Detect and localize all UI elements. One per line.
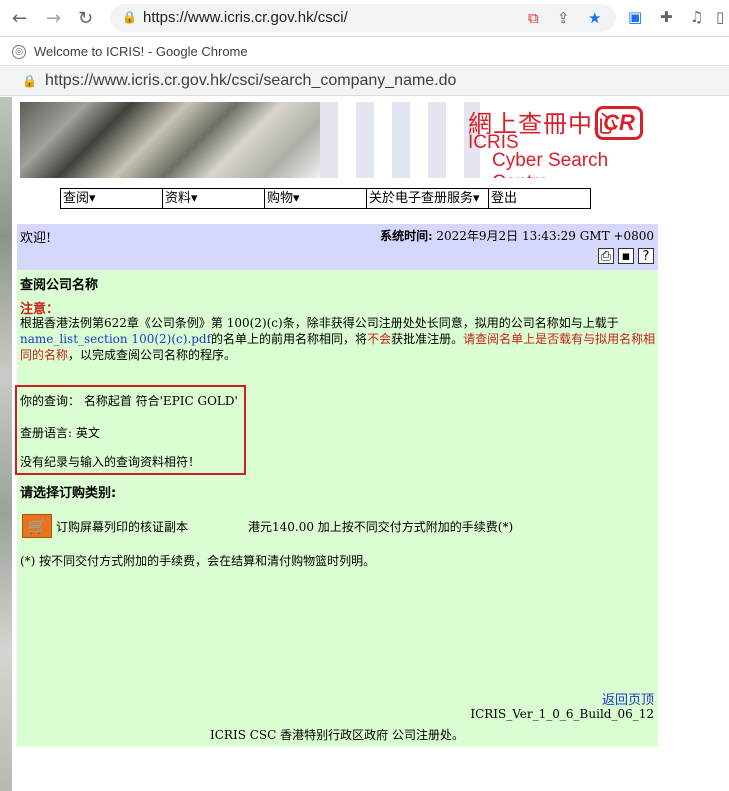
address-url: https://www.icris.cr.gov.hk/csci/ [143, 9, 348, 26]
order-item-price: 港元140.00 加上按不同交付方式附加的手续费(*) [248, 520, 514, 534]
notice-line3: ，以完成查阅公司名称的程序。 [68, 348, 237, 362]
globe-icon: ◎ [12, 45, 26, 59]
menu-logout[interactable]: 登出 [489, 189, 590, 208]
no-result-line: 没有纪录与输入的查询资料相符！ [20, 455, 201, 469]
lock-icon: 🔒 [22, 74, 37, 88]
banner-pattern [320, 102, 480, 178]
menu-search[interactable]: 查阅▾ [61, 189, 163, 208]
print-icon[interactable]: ⎙ [598, 248, 614, 264]
order-item-label[interactable]: 订购屏幕列印的核证副本 [56, 518, 188, 535]
notice-red-check: 请查阅名单上是否载有与拟用名称相 [463, 332, 656, 346]
menu-info[interactable]: 资料▾ [163, 189, 265, 208]
system-time: 系统时间: 2022年9月2日 13:43:29 GMT +0800 [380, 227, 654, 244]
version-text: ICRIS_Ver_1_0_6_Build_06_12 [470, 707, 654, 721]
popup-address-url: https://www.icris.cr.gov.hk/csci/search_… [45, 72, 457, 89]
banner-subtitle-en: Cyber Search Centre [492, 150, 609, 178]
help-icon[interactable]: ? [638, 248, 654, 264]
side-panel-icon[interactable]: ▯ [716, 8, 724, 26]
media-control-icon[interactable]: ♫ [690, 8, 703, 26]
language-line: 查册语言: 英文 [20, 426, 100, 440]
page-title: 查阅公司名称 [20, 278, 99, 293]
fee-footnote: (*) 按不同交付方式附加的手续费，会在结算和清付购物篮时列明。 [20, 554, 376, 568]
notice-line1: 根据香港法例第622章《公司条例》第 100(2)(c)条，除非获得公司注册处处… [20, 316, 619, 330]
blocked-popup-icon[interactable]: ⧉ [528, 9, 539, 27]
popup-window-titlebar: ◎ Welcome to ICRIS! - Google Chrome [0, 38, 729, 66]
background-strip [0, 97, 12, 791]
main-menu: 查阅▾ 资料▾ 购物▾ 关於电子查册服务▾ 登出 [60, 188, 591, 209]
name-list-link[interactable]: name_list_section 100(2)(c).pdf [20, 332, 211, 346]
save-icon[interactable]: ▪ [618, 248, 634, 264]
notice-line2b: 获批准注册。 [391, 332, 464, 346]
extension-s-icon[interactable]: ▣ [628, 8, 642, 26]
menu-about[interactable]: 关於电子查册服务▾ [367, 189, 489, 208]
extensions-puzzle-icon[interactable]: ✚ [660, 8, 673, 26]
cr-logo: CR [595, 106, 643, 140]
lock-icon: 🔒 [122, 10, 137, 24]
popup-title: Welcome to ICRIS! - Google Chrome [34, 44, 248, 59]
banner-photo [20, 102, 320, 178]
notice-paragraph: 根据香港法例第622章《公司条例》第 100(2)(c)条，除非获得公司注册处处… [20, 315, 656, 363]
reload-icon[interactable]: ↻ [78, 8, 93, 29]
welcome-text: 欢迎! [20, 231, 52, 246]
back-to-top-link[interactable]: 返回页顶 [602, 689, 654, 708]
footer-text: ICRIS CSC 香港特别行政区政府 公司注册处。 [210, 728, 464, 742]
popup-address-bar: 🔒 https://www.icris.cr.gov.hk/csci/searc… [0, 67, 729, 96]
welcome-bar: 欢迎! 系统时间: 2022年9月2日 13:43:29 GMT +0800 ⎙… [17, 224, 658, 270]
share-icon[interactable]: ⇪ [557, 9, 570, 27]
cart-icon[interactable]: 🛒 [22, 514, 52, 538]
page-tools: ⎙ ▪ ? [598, 248, 654, 264]
back-icon[interactable]: ← [12, 8, 27, 29]
query-line: 你的查询： 名称起首 符合'EPIC GOLD' [20, 394, 238, 408]
notice-line2a: 的名单上的前用名称相同，将 [211, 332, 368, 346]
order-type-title: 请选择订购类别: [20, 486, 117, 501]
browser-toolbar: ← → ↻ 🔒 https://www.icris.cr.gov.hk/csci… [0, 0, 729, 37]
forward-icon[interactable]: → [46, 8, 61, 29]
notice-red-check-end: 同的名称 [20, 348, 69, 362]
main-content: 欢迎! 系统时间: 2022年9月2日 13:43:29 GMT +0800 ⎙… [17, 224, 658, 747]
menu-shopping[interactable]: 购物▾ [265, 189, 367, 208]
icris-banner: 網上查冊中心 ICRIS Cyber Search Centre CR [20, 102, 662, 178]
system-time-label: 系统时间: [380, 229, 433, 243]
address-bar[interactable]: 🔒 https://www.icris.cr.gov.hk/csci/ ⧉ ⇪ … [110, 4, 616, 32]
bookmark-star-icon[interactable]: ★ [588, 9, 601, 27]
notice-red-not: 不会 [367, 332, 392, 346]
system-time-value: 2022年9月2日 13:43:29 GMT +0800 [436, 229, 654, 243]
